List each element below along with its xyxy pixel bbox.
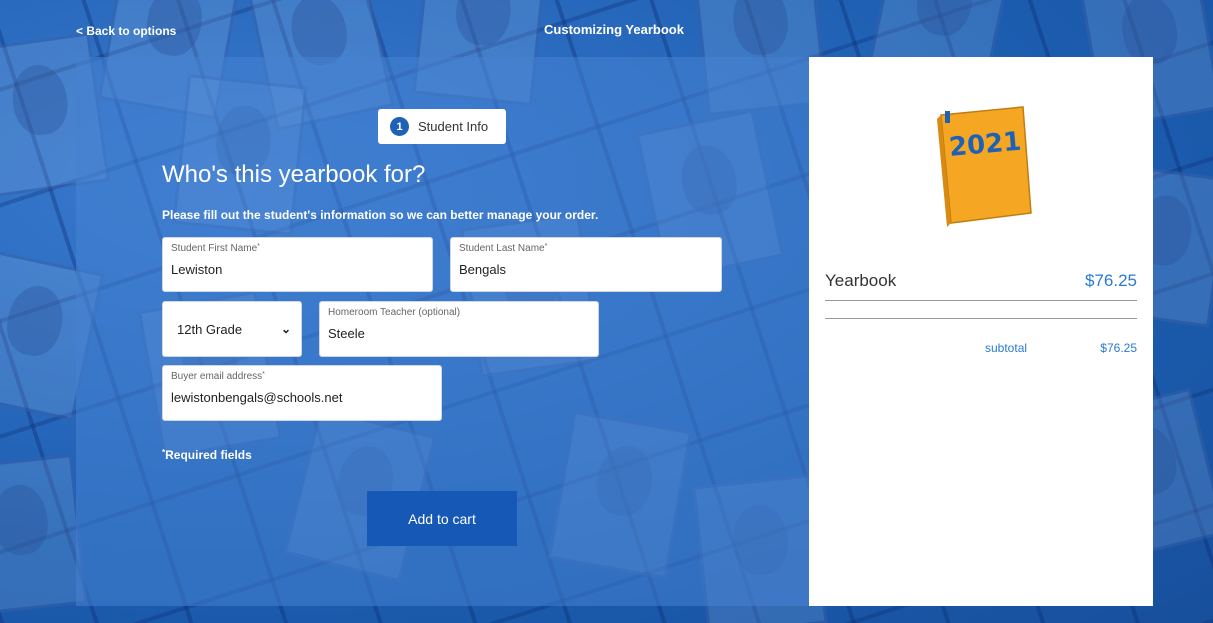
- email-label: Buyer email address: [171, 371, 263, 382]
- email-field[interactable]: Buyer email address*: [162, 365, 442, 421]
- step-label: Student Info: [418, 119, 489, 134]
- last-name-label: Student Last Name: [459, 243, 545, 254]
- first-name-label: Student First Name: [171, 243, 258, 254]
- required-asterisk: *: [257, 243, 260, 250]
- order-summary-panel: 2021 Yearbook $76.25 subtotal $76.25: [809, 57, 1153, 606]
- subtotal-label: subtotal: [985, 341, 1028, 355]
- form-heading: Who's this yearbook for?: [162, 161, 426, 188]
- grade-select[interactable]: 12th Grade ⌄: [162, 301, 302, 357]
- grade-select-value: 12th Grade: [177, 321, 243, 337]
- subtotal-value: $76.25: [1100, 341, 1137, 355]
- homeroom-teacher-input[interactable]: [328, 326, 590, 341]
- first-name-input[interactable]: [171, 262, 424, 277]
- subtotal-row: subtotal $76.25: [985, 341, 1137, 355]
- line-item-name: Yearbook: [825, 271, 897, 290]
- required-asterisk: *: [262, 371, 265, 378]
- add-to-cart-button[interactable]: Add to cart: [367, 491, 517, 546]
- last-name-field[interactable]: Student Last Name*: [450, 237, 722, 292]
- required-fields-note: *Required fields: [162, 448, 252, 462]
- required-asterisk: *: [544, 243, 548, 250]
- chevron-down-icon: ⌄: [280, 322, 291, 336]
- step-number-badge: 1: [390, 117, 409, 136]
- line-item-price: $76.25: [1085, 271, 1137, 290]
- homeroom-teacher-field[interactable]: Homeroom Teacher (optional): [319, 301, 599, 357]
- yearbook-book-icon: 2021: [927, 105, 1037, 235]
- book-year-text: 2021: [948, 127, 1023, 163]
- page-title: Customizing Yearbook: [544, 22, 684, 37]
- line-item-yearbook: Yearbook $76.25: [825, 271, 1137, 291]
- homeroom-teacher-label: Homeroom Teacher (optional): [328, 307, 461, 318]
- form-subtext: Please fill out the student's informatio…: [162, 208, 599, 222]
- student-info-form-panel: 1 Student Info Who's this yearbook for? …: [76, 57, 809, 606]
- divider: [825, 300, 1137, 301]
- first-name-field[interactable]: Student First Name*: [162, 237, 433, 292]
- last-name-input[interactable]: [459, 262, 713, 277]
- step-indicator: 1 Student Info: [378, 109, 506, 144]
- email-input[interactable]: [171, 390, 433, 405]
- required-fields-text: Required fields: [165, 448, 252, 462]
- divider: [825, 318, 1137, 319]
